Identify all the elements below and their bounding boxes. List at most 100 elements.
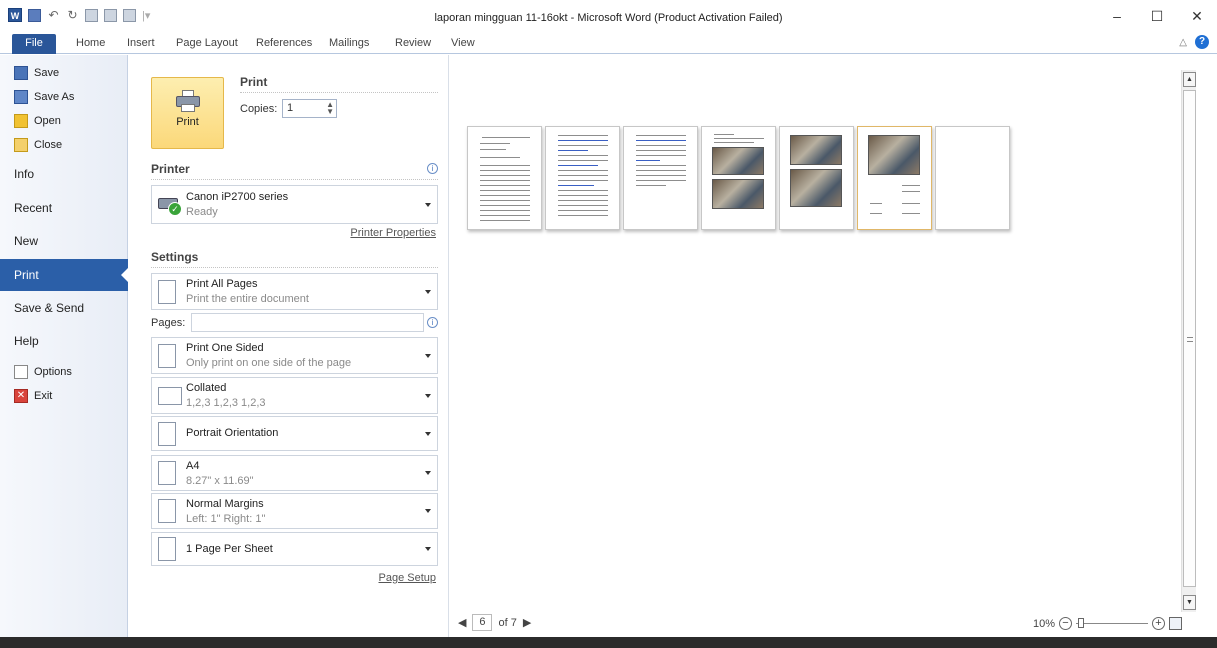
options-command[interactable]: Options [14, 362, 72, 382]
open-command[interactable]: Open [14, 111, 61, 131]
exit-command[interactable]: ✕ Exit [14, 386, 52, 406]
margins-sub: Left: 1" Right: 1" [186, 513, 266, 525]
pages-per-sheet-icon [158, 537, 176, 561]
page-thumbnail[interactable] [701, 126, 776, 230]
page-thumbnail[interactable] [467, 126, 542, 230]
page-setup-link[interactable]: Page Setup [379, 572, 437, 584]
printer-ready-icon: ✓ [158, 194, 184, 216]
one-sided-icon [158, 343, 176, 368]
printer-info-icon[interactable]: i [427, 163, 438, 174]
preview-scrollbar[interactable]: ▲ ▼ [1181, 70, 1196, 612]
nav-tab-info[interactable]: Info [0, 158, 128, 190]
save-command[interactable]: Save [14, 63, 59, 83]
tab-file[interactable]: File [12, 34, 56, 54]
zoom-out-icon[interactable]: − [1059, 617, 1072, 630]
zoom-in-icon[interactable]: + [1152, 617, 1165, 630]
sides-main: Print One Sided [186, 342, 264, 354]
nav-tab-help[interactable]: Help [0, 325, 128, 357]
copies-input[interactable]: 1 ▲ ▼ [282, 99, 337, 118]
zoom-slider[interactable] [1076, 618, 1148, 628]
tab-review[interactable]: Review [395, 35, 431, 54]
save-as-command[interactable]: Save As [14, 87, 74, 107]
collation-main: Collated [186, 382, 227, 394]
scroll-thumb[interactable] [1183, 90, 1196, 587]
collated-icon [158, 386, 182, 405]
chevron-down-icon [425, 547, 431, 551]
margins-dropdown[interactable]: Normal Margins Left: 1" Right: 1" [151, 493, 438, 529]
portrait-icon [158, 421, 176, 446]
tab-view[interactable]: View [451, 35, 475, 54]
divider [151, 179, 438, 180]
zoom-to-page-icon[interactable] [1169, 617, 1182, 630]
pages-info-icon[interactable]: i [427, 317, 438, 328]
minimize-ribbon-icon[interactable]: △ [1179, 37, 1187, 48]
paper-size-icon [158, 461, 176, 485]
copies-spinner-icon[interactable]: ▲ ▼ [326, 101, 334, 116]
orientation-main: Portrait Orientation [186, 427, 279, 439]
printer-properties-link[interactable]: Printer Properties [350, 227, 436, 239]
ribbon-tabs: File Home Insert Page Layout References … [0, 32, 1217, 54]
page-thumbnails [467, 126, 1010, 230]
paper-size-dropdown[interactable]: A4 8.27" x 11.69" [151, 455, 438, 491]
page-thumbnail[interactable] [935, 126, 1010, 230]
zoom-control: 10% − + [1033, 617, 1182, 630]
page-thumbnail[interactable] [623, 126, 698, 230]
open-label: Open [34, 115, 61, 127]
close-window-button[interactable]: ✕ [1177, 0, 1217, 32]
scroll-up-icon[interactable]: ▲ [1183, 72, 1196, 87]
exit-icon: ✕ [14, 389, 28, 403]
zoom-level[interactable]: 10% [1033, 618, 1055, 630]
margins-icon [158, 499, 176, 523]
tab-insert[interactable]: Insert [127, 35, 155, 54]
printer-dropdown[interactable]: ✓ Canon iP2700 series Ready [151, 185, 438, 224]
printer-section-title: Printer [151, 162, 190, 176]
close-command[interactable]: Close [14, 135, 62, 155]
page-thumbnail[interactable] [779, 126, 854, 230]
settings-section-title: Settings [151, 250, 199, 264]
window-title: laporan mingguan 11-16okt - Microsoft Wo… [434, 12, 783, 24]
open-folder-icon [14, 114, 28, 128]
print-button[interactable]: Print [151, 77, 224, 149]
sides-dropdown[interactable]: Print One Sided Only print on one side o… [151, 337, 438, 374]
pages-per-sheet-dropdown[interactable]: 1 Page Per Sheet [151, 532, 438, 566]
options-icon [14, 365, 28, 379]
current-page-input[interactable]: 6 [472, 614, 493, 631]
collation-sub: 1,2,3 1,2,3 1,2,3 [186, 397, 266, 409]
pages-icon [158, 279, 176, 304]
nav-tab-recent[interactable]: Recent [0, 192, 128, 224]
chevron-down-icon [425, 353, 431, 358]
print-button-label: Print [176, 116, 199, 128]
taskbar-edge [0, 637, 1217, 648]
page-navigator: ◀ 6 of 7 ▶ [458, 614, 531, 631]
chevron-down-icon [425, 202, 431, 207]
print-range-dropdown[interactable]: Print All Pages Print the entire documen… [151, 273, 438, 310]
zoom-slider-thumb[interactable] [1078, 618, 1084, 628]
nav-tab-save-send[interactable]: Save & Send [0, 292, 128, 324]
tab-page-layout[interactable]: Page Layout [176, 35, 238, 54]
scroll-down-icon[interactable]: ▼ [1183, 595, 1196, 610]
nav-tab-new[interactable]: New [0, 225, 128, 257]
window-controls: – ☐ ✕ [1097, 0, 1217, 32]
collation-dropdown[interactable]: Collated 1,2,3 1,2,3 1,2,3 [151, 377, 438, 414]
options-label: Options [34, 366, 72, 378]
tab-references[interactable]: References [256, 35, 312, 54]
page-thumbnail[interactable] [545, 126, 620, 230]
save-as-label: Save As [34, 91, 75, 103]
minimize-button[interactable]: – [1097, 0, 1137, 32]
save-as-icon [14, 90, 28, 104]
next-page-icon[interactable]: ▶ [523, 616, 531, 629]
exit-label: Exit [34, 390, 53, 402]
maximize-button[interactable]: ☐ [1137, 0, 1177, 32]
nav-tab-print[interactable]: Print [0, 259, 129, 291]
divider [240, 92, 438, 93]
printer-status: Ready [186, 206, 218, 218]
orientation-dropdown[interactable]: Portrait Orientation [151, 416, 438, 451]
page-thumbnail-selected[interactable] [857, 126, 932, 230]
tab-mailings[interactable]: Mailings [329, 35, 369, 54]
help-icon[interactable]: ? [1195, 35, 1209, 49]
save-label: Save [34, 67, 60, 79]
pages-input[interactable] [191, 313, 424, 332]
previous-page-icon[interactable]: ◀ [458, 616, 466, 629]
tab-home[interactable]: Home [76, 35, 105, 54]
chevron-down-icon [425, 431, 431, 436]
